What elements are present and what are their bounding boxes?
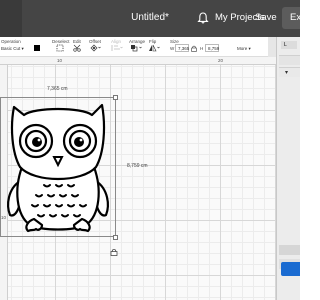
top-bar: Untitled* My Projects Save Exp xyxy=(0,0,300,37)
scissors-icon[interactable] xyxy=(73,44,83,52)
edit-toolbar: Operation Basic Cut ▾ Deselect Edit Offs… xyxy=(0,37,276,57)
chevron-down-icon: ▾ xyxy=(285,70,289,76)
rotate-handle[interactable] xyxy=(113,95,118,100)
operation-select[interactable]: Basic Cut ▾ xyxy=(0,44,25,53)
bell-icon[interactable] xyxy=(196,11,210,25)
chevron-down-icon: ▾ xyxy=(20,46,24,51)
export-button-label: Exp xyxy=(290,12,300,23)
save-button[interactable]: Save xyxy=(255,12,277,23)
selection-box[interactable] xyxy=(0,97,116,237)
width-label: W xyxy=(170,46,175,51)
deselect-icon[interactable] xyxy=(56,44,64,52)
resize-handle[interactable] xyxy=(113,235,118,240)
ruler-tick-label: 10 xyxy=(57,58,63,63)
layer-row-header[interactable] xyxy=(279,55,300,65)
layers-panel: L ▾ xyxy=(276,37,300,300)
width-dimension-label: 7,365 cm xyxy=(47,86,68,92)
color-swatch[interactable] xyxy=(34,45,40,51)
flip-icon[interactable] xyxy=(148,44,160,52)
design-space: Untitled* My Projects Save Exp Operation… xyxy=(0,0,300,300)
height-input[interactable]: 8,759 xyxy=(205,44,219,52)
ruler-tick-label: 20 xyxy=(218,58,224,63)
ruler-top: 10 20 xyxy=(0,57,276,65)
project-title[interactable]: Untitled* xyxy=(131,12,169,23)
toolbar-separator xyxy=(268,37,276,57)
layers-tab-label: L xyxy=(284,42,287,48)
layer-row[interactable]: ▾ xyxy=(279,67,300,77)
arrange-icon[interactable] xyxy=(130,44,142,52)
align-icon[interactable] xyxy=(111,44,123,52)
help-tab[interactable] xyxy=(281,262,300,276)
width-input[interactable]: 7,365 xyxy=(175,44,189,52)
lock-icon[interactable] xyxy=(191,45,197,52)
menu-area[interactable] xyxy=(0,0,22,37)
lock-icon[interactable] xyxy=(110,248,118,256)
operation-value: Basic Cut xyxy=(1,46,21,51)
more-dropdown[interactable]: More ▾ xyxy=(237,46,251,52)
export-button[interactable]: Exp xyxy=(282,7,300,29)
height-dimension-label: 8,759 cm xyxy=(127,163,148,169)
panel-button[interactable] xyxy=(279,245,300,255)
offset-icon[interactable] xyxy=(89,44,101,52)
layers-tab[interactable]: L xyxy=(281,41,297,49)
height-label: H xyxy=(200,46,204,51)
